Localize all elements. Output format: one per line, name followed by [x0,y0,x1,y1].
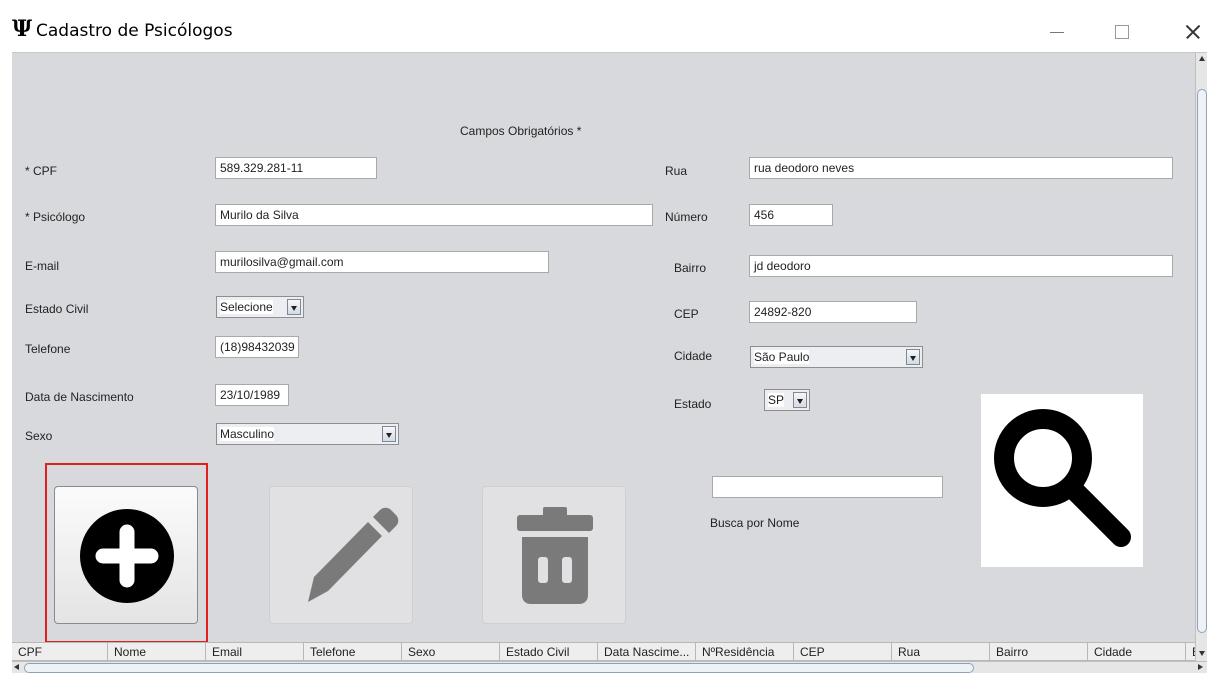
column-header[interactable]: Sexo [402,643,500,661]
sexo-select[interactable]: Masculino [216,423,399,445]
scroll-up-icon[interactable] [1199,56,1205,61]
estado-civil-value: Selecione [220,300,273,314]
horizontal-scrollbar[interactable] [12,661,1207,673]
horizontal-scroll-thumb[interactable] [24,663,974,673]
column-header[interactable]: NºResidência [696,643,794,661]
psicologo-field[interactable]: Murilo da Silva [215,204,653,226]
column-header[interactable]: Estado Civil [500,643,598,661]
cep-label: CEP [674,307,699,321]
delete-button[interactable] [482,486,626,624]
table-header: CPF Nome Email Telefone Sexo Estado Civi… [12,642,1195,661]
cidade-select[interactable]: São Paulo [750,346,923,368]
nascimento-label: Data de Nascimento [25,390,134,404]
required-fields-note: Campos Obrigatórios * [460,124,582,138]
app-psi-icon: Ψ [12,16,33,42]
column-header[interactable]: Data Nascime... [598,643,696,661]
telefone-label: Telefone [25,342,71,356]
cpf-field[interactable]: 589.329.281-11 [215,157,377,179]
selection-highlight [45,463,208,643]
cidade-value: São Paulo [754,350,810,364]
numero-field[interactable]: 456 [749,204,833,226]
estado-label: Estado [674,397,712,411]
title-bar: Ψ Cadastro de Psicólogos [0,0,1219,50]
estado-value: SP [768,393,785,407]
chevron-down-icon[interactable] [382,426,396,442]
bairro-label: Bairro [674,261,707,275]
scroll-right-icon[interactable] [1198,664,1203,670]
estado-select[interactable]: SP [764,389,810,411]
search-input[interactable] [712,476,943,498]
sexo-value: Masculino [220,427,275,441]
numero-label: Número [665,210,708,224]
nascimento-field[interactable]: 23/10/1989 [215,384,289,406]
column-header[interactable]: Cidade [1088,643,1186,661]
estado-civil-label: Estado Civil [25,302,89,316]
column-header[interactable]: Email [206,643,304,661]
vertical-scroll-thumb[interactable] [1197,89,1207,633]
minimize-button[interactable] [1040,14,1086,46]
magnifier-icon [994,409,1131,547]
form-panel: Campos Obrigatórios * * CPF 589.329.281-… [12,52,1207,673]
column-header[interactable]: CPF [12,643,108,661]
chevron-down-icon[interactable] [287,299,301,315]
rua-field[interactable]: rua deodoro neves [749,157,1173,179]
scroll-left-icon[interactable] [14,664,19,670]
column-header[interactable]: CEP [794,643,892,661]
chevron-down-icon[interactable] [906,349,920,365]
sexo-label: Sexo [25,429,53,443]
column-header[interactable]: Nome [108,643,206,661]
close-button[interactable] [1168,14,1214,46]
vertical-scrollbar[interactable] [1195,53,1207,661]
scroll-down-icon[interactable] [1199,651,1205,656]
maximize-button[interactable] [1106,14,1152,46]
column-header[interactable]: Rua [892,643,990,661]
bairro-field[interactable]: jd deodoro [749,255,1173,277]
rua-label: Rua [665,164,688,178]
column-header[interactable]: Bairro [990,643,1088,661]
cpf-label: * CPF [25,164,58,178]
cidade-label: Cidade [674,349,713,363]
edit-button[interactable] [269,486,413,624]
cep-field[interactable]: 24892-820 [749,301,917,323]
trash-icon [517,507,593,604]
telefone-field[interactable]: (18)98432039 [215,336,299,358]
chevron-down-icon[interactable] [793,392,807,408]
search-label: Busca por Nome [710,516,800,530]
search-button[interactable] [981,394,1143,567]
column-header[interactable]: Telefone [304,643,402,661]
psicologo-label: * Psicólogo [25,210,86,224]
estado-civil-select[interactable]: Selecione [216,296,304,318]
column-header[interactable]: E [1186,643,1195,661]
email-field[interactable]: murilosilva@gmail.com [215,251,549,273]
pencil-icon [308,507,399,602]
window-title: Cadastro de Psicólogos [36,21,233,41]
email-label: E-mail [25,259,60,273]
